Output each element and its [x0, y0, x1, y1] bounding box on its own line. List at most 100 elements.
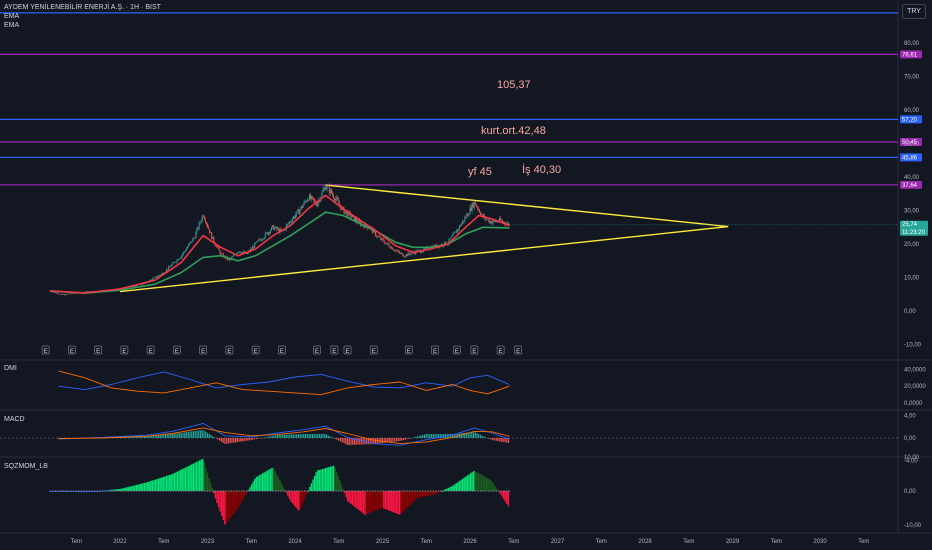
squeeze-dot	[99, 490, 101, 492]
squeeze-dot	[146, 490, 148, 492]
sqzmom-bar	[359, 491, 361, 512]
squeeze-dot	[154, 490, 156, 492]
macd-histogram-bar	[460, 433, 462, 438]
sqzmom-bar	[276, 474, 278, 491]
macd-histogram-bar	[479, 434, 482, 438]
squeeze-dot	[316, 490, 319, 492]
candle-body	[253, 246, 255, 248]
sqzmom-bar	[176, 471, 179, 491]
chart-canvas[interactable]: 76,6157,2050,4545,8637,6480,0070,0060,00…	[0, 0, 932, 550]
macd-histogram-bar	[273, 435, 275, 438]
candle-body	[277, 228, 279, 230]
macd-histogram-bar	[196, 430, 198, 438]
ema-fast-line	[49, 194, 510, 294]
candle-body	[272, 225, 274, 227]
candle-body	[322, 189, 324, 193]
squeeze-dot	[64, 490, 67, 492]
sqzmom-bar	[181, 469, 183, 491]
candle-body	[397, 250, 399, 252]
sqzmom-bar	[391, 491, 393, 512]
sqzmom-bar	[279, 480, 281, 491]
squeeze-dot	[167, 490, 169, 492]
macd-histogram-bar	[213, 437, 216, 438]
squeeze-dot	[114, 490, 117, 492]
macd-histogram-bar	[236, 438, 238, 443]
squeeze-dot	[361, 490, 364, 492]
macd-histogram-bar	[490, 438, 492, 440]
sqzmom-bar	[191, 464, 193, 491]
squeeze-dot	[505, 490, 508, 492]
sqzmom-bar	[406, 491, 409, 508]
macd-histogram-bar	[299, 434, 301, 438]
candle-body	[265, 232, 267, 234]
candle-body	[402, 253, 404, 257]
sqzmom-axis-tick: 0,00	[904, 489, 916, 495]
macd-histogram-bar	[483, 436, 485, 438]
macd-histogram-bar	[462, 433, 464, 438]
sqzmom-bar	[151, 480, 154, 491]
candle-body	[186, 248, 187, 251]
candle-body	[463, 220, 465, 222]
candle-body	[396, 250, 397, 252]
sqzmom-bar	[458, 481, 461, 491]
squeeze-dot	[227, 490, 230, 492]
squeeze-dot	[301, 490, 303, 492]
squeeze-dot	[185, 490, 188, 492]
macd-histogram-bar	[338, 438, 340, 441]
sqzmom-bar	[422, 491, 424, 497]
candle-body	[385, 243, 387, 245]
sqzmom-bar	[296, 491, 298, 509]
squeeze-dot	[484, 490, 487, 492]
squeeze-dot	[372, 490, 374, 492]
candle-body	[287, 223, 289, 225]
sqzmom-bar	[132, 485, 135, 491]
sqzmom-bar	[351, 491, 354, 506]
candle-body	[190, 241, 192, 244]
sqzmom-bar	[488, 479, 491, 491]
macd-histogram-bar	[294, 434, 296, 438]
level-tag-label: 76,61	[902, 52, 918, 58]
sqzmom-bar	[329, 466, 332, 491]
squeeze-dot	[303, 490, 306, 492]
sqzmom-bar	[172, 473, 174, 491]
macd-histogram-bar	[402, 438, 405, 441]
sqzmom-bar	[268, 469, 270, 491]
macd-histogram-bar	[306, 433, 308, 438]
event-marker-label: E	[175, 349, 179, 355]
candle-body	[335, 199, 337, 201]
sqzmom-bar	[156, 478, 158, 491]
macd-histogram-bar	[199, 430, 202, 438]
squeeze-dot	[322, 490, 324, 492]
candle-body	[181, 254, 183, 257]
candle-body	[328, 186, 330, 194]
currency-button[interactable]: TRY	[902, 4, 926, 19]
macd-histogram-bar	[238, 438, 240, 442]
sqzmom-bar	[389, 491, 391, 511]
sqzmom-bar	[178, 470, 180, 491]
sqzmom-bar	[409, 491, 412, 505]
macd-histogram-bar	[210, 435, 212, 438]
macd-histogram-bar	[493, 438, 496, 441]
candle-body	[53, 291, 55, 293]
sqzmom-bar	[414, 491, 417, 500]
candle-body	[297, 209, 299, 211]
candle-body	[179, 257, 181, 259]
macd-histogram-bar	[434, 433, 436, 438]
sqzmom-bar	[310, 483, 313, 491]
price-axis-tick: -10,00	[904, 343, 922, 349]
sqzmom-bar	[142, 483, 144, 491]
candle-body	[213, 236, 215, 243]
sqzmom-bar	[145, 482, 147, 491]
candle-body	[177, 259, 179, 261]
squeeze-dot	[442, 490, 445, 492]
sqzmom-bar	[504, 491, 506, 502]
sqzmom-bar	[479, 473, 481, 491]
time-axis-tick: 2027	[551, 539, 565, 545]
squeeze-dot	[282, 490, 285, 492]
squeeze-dot	[345, 490, 348, 492]
macd-histogram-bar	[257, 438, 259, 439]
sqzmom-bar	[238, 491, 240, 507]
candle-body	[182, 252, 184, 255]
candle-body	[204, 219, 206, 223]
candle-body	[469, 207, 471, 215]
